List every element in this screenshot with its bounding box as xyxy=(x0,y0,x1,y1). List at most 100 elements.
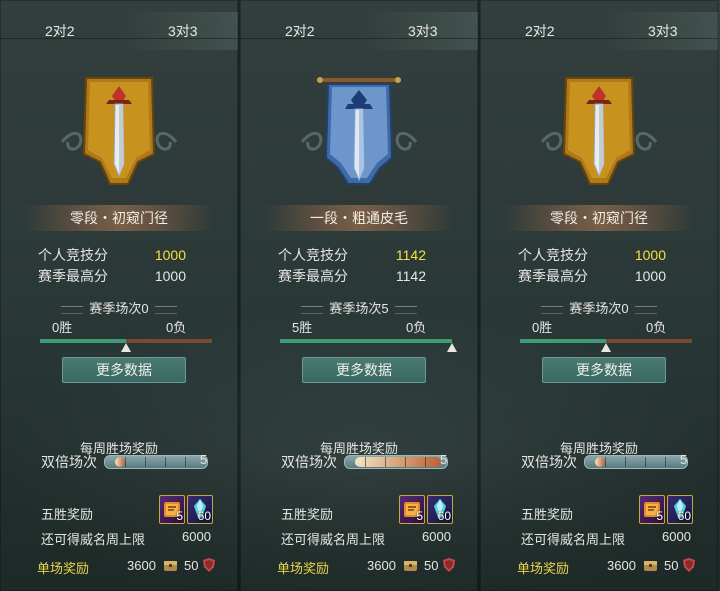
tab-2v2[interactable]: 2对2 xyxy=(285,12,315,50)
season-matches-text: 赛季场次0 xyxy=(89,301,149,316)
shield-badge-icon xyxy=(683,558,695,572)
rank-name: 零段・初窥门径 xyxy=(550,210,648,226)
weekly-cap-label: 还可得威名周上限 xyxy=(521,532,626,547)
reward-item-scroll-icon[interactable]: 5 xyxy=(399,495,425,524)
single-reward-coin-value: 3600 xyxy=(607,558,636,573)
arena-panel-3: 2对2 3对3 零段・初窥门径 个人竞技分 1000 赛季最高分 1000 赛季… xyxy=(480,0,718,591)
item2-count: 60 xyxy=(677,509,691,523)
personal-score-value: 1000 xyxy=(154,247,186,263)
double-bar-segment xyxy=(165,457,166,467)
season-high-row: 赛季最高分 1000 xyxy=(518,266,678,286)
single-reward-coin-value: 3600 xyxy=(367,558,396,573)
single-reward-label: 单场奖励 xyxy=(517,561,570,576)
item1-count: 5 xyxy=(656,509,663,523)
rank-emblem-icon xyxy=(60,77,178,185)
item2-count: 60 xyxy=(437,509,451,523)
rank-banner: 一段・粗通皮毛 xyxy=(264,205,454,231)
double-matches-label: 双倍场次 xyxy=(281,454,337,470)
double-bar-segment xyxy=(185,457,186,467)
losses-count: 0负 xyxy=(166,320,187,335)
single-reward-label: 单场奖励 xyxy=(37,561,90,576)
five-win-reward-label: 五胜奖励 xyxy=(281,507,334,522)
season-high-label: 赛季最高分 xyxy=(278,268,348,284)
double-bar-segment xyxy=(625,457,626,467)
double-matches-bar xyxy=(104,455,208,469)
double-bar-segment xyxy=(425,457,426,467)
tab-divider xyxy=(240,38,478,39)
single-reward-label: 单场奖励 xyxy=(277,561,330,576)
wins-count: 0胜 xyxy=(52,320,73,335)
double-matches-fill xyxy=(595,457,605,467)
win-ratio-marker xyxy=(447,343,457,352)
win-fill xyxy=(280,339,452,343)
rank-emblem-icon xyxy=(540,77,658,185)
double-matches-bar xyxy=(344,455,448,469)
double-matches-label: 双倍场次 xyxy=(521,454,577,470)
tab-3v3[interactable]: 3对3 xyxy=(648,12,678,50)
personal-score-label: 个人竞技分 xyxy=(278,247,348,263)
single-reward-coin-value: 3600 xyxy=(127,558,156,573)
season-high-value: 1000 xyxy=(154,268,186,284)
personal-score-label: 个人竞技分 xyxy=(518,247,588,263)
reward-item-gem-icon[interactable]: 60 xyxy=(667,495,693,524)
double-matches-count: 5 xyxy=(440,452,448,467)
double-bar-segment xyxy=(365,457,366,467)
more-data-button[interactable]: 更多数据 xyxy=(302,357,426,383)
single-reward-shield-value: 50 xyxy=(424,558,439,573)
ornament-right xyxy=(154,305,177,314)
win-fill xyxy=(520,339,606,343)
ornament-right xyxy=(634,305,657,314)
season-high-value: 1142 xyxy=(395,268,426,284)
five-win-reward-label: 五胜奖励 xyxy=(521,507,574,522)
item2-count: 60 xyxy=(197,509,211,523)
more-data-button[interactable]: 更多数据 xyxy=(542,357,666,383)
ornament-left xyxy=(301,305,324,314)
double-bar-segment xyxy=(405,457,406,467)
coin-chest-icon xyxy=(164,561,177,571)
rank-banner: 零段・初窥门径 xyxy=(504,205,694,231)
double-bar-segment xyxy=(145,457,146,467)
losses-count: 0负 xyxy=(646,320,667,335)
arena-panel-2: 2对2 3对3 一段・粗通皮毛 个人竞技分 1142 赛季最高分 1142 赛季… xyxy=(240,0,478,591)
double-bar-segment xyxy=(665,457,666,467)
single-reward-shield-value: 50 xyxy=(664,558,679,573)
season-matches-text: 赛季场次5 xyxy=(329,301,389,316)
coin-chest-icon xyxy=(644,561,657,571)
season-matches-title: 赛季场次5 xyxy=(240,298,478,317)
weekly-cap-label: 还可得威名周上限 xyxy=(41,532,146,547)
season-high-value: 1000 xyxy=(634,268,666,284)
win-fill xyxy=(40,339,126,343)
item1-count: 5 xyxy=(416,509,423,523)
reward-item-gem-icon[interactable]: 60 xyxy=(187,495,213,524)
double-bar-segment xyxy=(125,457,126,467)
mode-tabs: 2对2 3对3 xyxy=(0,12,238,50)
double-matches-label: 双倍场次 xyxy=(41,454,97,470)
tab-3v3[interactable]: 3对3 xyxy=(408,12,438,50)
wins-count: 5胜 xyxy=(292,320,313,335)
ornament-left xyxy=(61,305,84,314)
reward-item-gem-icon[interactable]: 60 xyxy=(427,495,453,524)
item1-count: 5 xyxy=(176,509,183,523)
coin-chest-icon xyxy=(404,561,417,571)
single-reward-shield-value: 50 xyxy=(184,558,199,573)
tab-3v3[interactable]: 3对3 xyxy=(168,12,198,50)
reward-item-scroll-icon[interactable]: 5 xyxy=(159,495,185,524)
season-matches-title: 赛季场次0 xyxy=(480,298,718,317)
tab-2v2[interactable]: 2对2 xyxy=(525,12,555,50)
double-bar-segment xyxy=(645,457,646,467)
more-data-button[interactable]: 更多数据 xyxy=(62,357,186,383)
double-matches-fill xyxy=(355,457,441,467)
double-matches-fill xyxy=(115,457,125,467)
wins-count: 0胜 xyxy=(532,320,553,335)
arena-panel-1: 2对2 3对3 零段・初窥门径 个人竞技分 1000 赛季最高分 1000 赛季… xyxy=(0,0,238,591)
win-ratio-marker xyxy=(121,343,131,352)
double-matches-count: 5 xyxy=(200,452,208,467)
shield-badge-icon xyxy=(443,558,455,572)
double-bar-segment xyxy=(605,457,606,467)
double-bar-segment xyxy=(385,457,386,467)
tab-2v2[interactable]: 2对2 xyxy=(45,12,75,50)
panel-separator xyxy=(478,0,480,591)
rank-name: 零段・初窥门径 xyxy=(70,210,168,226)
reward-item-scroll-icon[interactable]: 5 xyxy=(639,495,665,524)
shield-badge-icon xyxy=(203,558,215,572)
